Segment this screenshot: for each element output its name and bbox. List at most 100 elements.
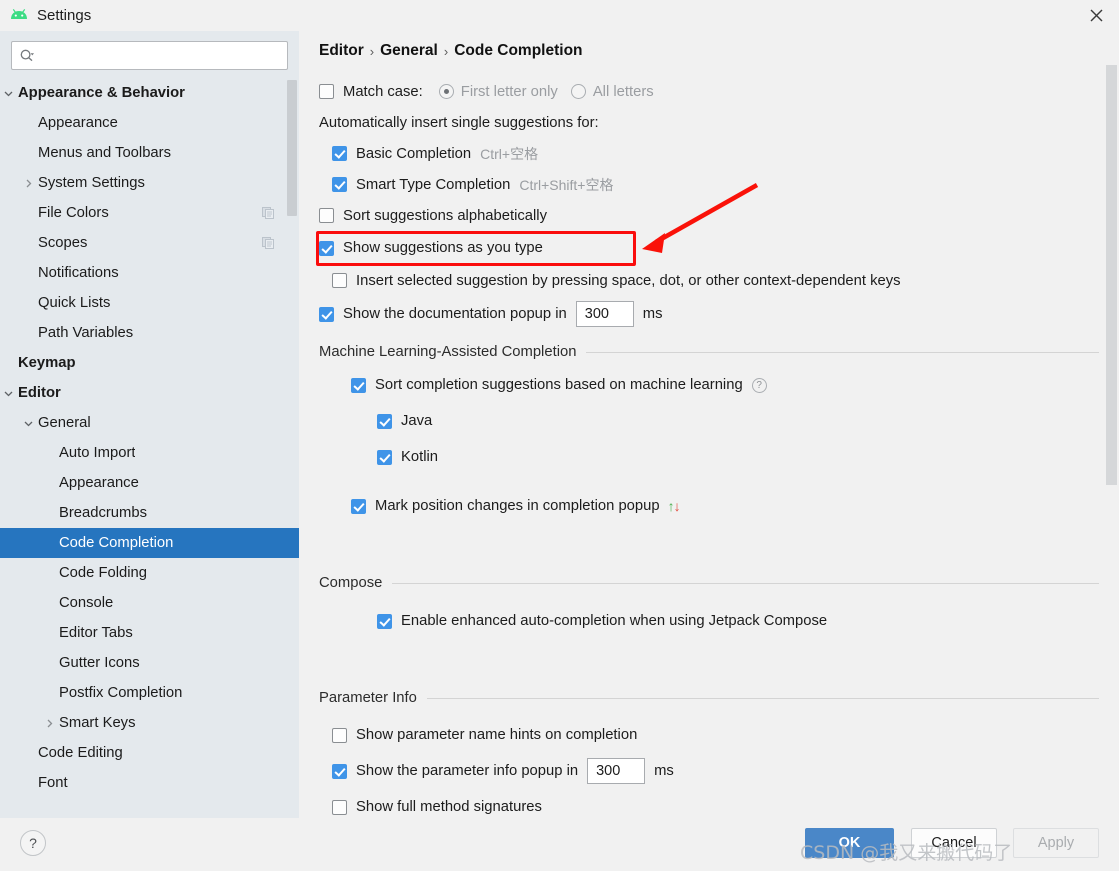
show-suggestions-as-you-type-row: Show suggestions as you type — [299, 231, 1119, 265]
show-suggestions-as-you-type-label: Show suggestions as you type — [343, 240, 543, 256]
sidebar-item-label: Console — [59, 595, 114, 611]
show-suggestions-as-you-type-checkbox[interactable] — [319, 240, 334, 256]
breadcrumb-general[interactable]: General — [380, 42, 438, 60]
insert-selected-suggestion-row: Insert selected suggestion by pressing s… — [299, 265, 1119, 296]
settings-sidebar: Appearance & Behavior Appearance Menus and… — [0, 31, 299, 818]
cancel-button[interactable]: Cancel — [911, 828, 997, 858]
breadcrumb-code-completion: Code Completion — [454, 42, 583, 59]
help-button[interactable]: ? — [20, 830, 46, 856]
parameter-info-popup-unit: ms — [654, 763, 674, 779]
sidebar-item-editor[interactable]: Editor — [0, 378, 299, 408]
sidebar-item-breadcrumbs[interactable]: Breadcrumbs — [0, 498, 299, 528]
sidebar-item-general[interactable]: General — [0, 408, 299, 438]
sidebar-item-system-settings[interactable]: System Settings — [0, 168, 299, 198]
java-row: Java — [299, 403, 1119, 439]
sidebar-item-editor-tabs[interactable]: Editor Tabs — [0, 618, 299, 648]
parameter-name-hints-checkbox[interactable] — [332, 727, 347, 743]
ok-button[interactable]: OK — [805, 828, 894, 858]
sidebar-item-code-completion[interactable]: Code Completion — [0, 528, 299, 558]
copy-icon[interactable] — [261, 206, 275, 220]
all-letters-radio[interactable] — [570, 84, 586, 99]
match-case-row: Match case: First letter only All letter… — [299, 76, 1119, 107]
sidebar-item-console[interactable]: Console — [0, 588, 299, 618]
search-box[interactable] — [11, 41, 288, 70]
chevron-down-icon[interactable] — [20, 415, 36, 431]
sidebar-item-scopes[interactable]: Scopes — [0, 228, 299, 258]
sidebar-item-smart-keys[interactable]: Smart Keys — [0, 708, 299, 738]
position-change-arrows-icon: ↑↓ — [667, 498, 681, 514]
full-method-signatures-checkbox[interactable] — [332, 799, 347, 815]
parameter-info-popup-checkbox[interactable] — [332, 763, 347, 779]
match-case-checkbox[interactable] — [319, 84, 334, 99]
kotlin-label: Kotlin — [401, 449, 439, 465]
sidebar-item-font[interactable]: Font — [0, 768, 299, 798]
sidebar-item-auto-import[interactable]: Auto Import — [0, 438, 299, 468]
full-method-signatures-row: Show full method signatures — [299, 789, 1119, 818]
first-letter-only-radio[interactable] — [438, 84, 454, 99]
sidebar-item-appearance[interactable]: Appearance — [0, 468, 299, 498]
enable-compose-checkbox[interactable] — [377, 613, 392, 629]
search-input[interactable] — [35, 46, 280, 65]
sidebar-item-label: Breadcrumbs — [59, 505, 147, 521]
sidebar-item-appearance[interactable]: Appearance — [0, 108, 299, 138]
full-method-signatures-label: Show full method signatures — [356, 799, 542, 815]
search-container — [0, 31, 299, 70]
sort-ml-row: Sort completion suggestions based on mac… — [299, 367, 1119, 403]
parameter-info-popup-delay-input[interactable]: 300 — [587, 758, 646, 784]
sort-alphabetically-checkbox[interactable] — [319, 208, 334, 223]
mark-position-label: Mark position changes in completion popu… — [375, 498, 660, 514]
sidebar-item-label: Editor — [18, 385, 61, 401]
sidebar-scrollbar-thumb[interactable] — [287, 80, 297, 216]
all-letters-label: All letters — [592, 83, 654, 100]
java-checkbox[interactable] — [377, 413, 392, 429]
smart-type-completion-checkbox[interactable] — [332, 177, 347, 192]
main-scrollbar-thumb[interactable] — [1106, 65, 1117, 485]
documentation-popup-delay-input[interactable]: 300 — [575, 301, 634, 327]
ml-section-title: Machine Learning-Assisted Completion — [319, 344, 577, 360]
enable-compose-label: Enable enhanced auto-completion when usi… — [401, 613, 828, 629]
mark-position-checkbox[interactable] — [351, 498, 366, 514]
sidebar-item-menus-and-toolbars[interactable]: Menus and Toolbars — [0, 138, 299, 168]
sidebar-item-label: Appearance — [38, 115, 118, 131]
parameter-info-section-divider — [426, 697, 1099, 699]
chevron-down-icon[interactable] — [0, 85, 16, 101]
chevron-right-icon[interactable] — [20, 175, 36, 191]
documentation-popup-row: Show the documentation popup in 300 ms — [299, 296, 1119, 332]
breadcrumb-editor[interactable]: Editor — [319, 42, 364, 60]
sidebar-item-code-folding[interactable]: Code Folding — [0, 558, 299, 588]
java-label: Java — [401, 413, 433, 429]
documentation-popup-checkbox[interactable] — [319, 306, 334, 322]
chevron-right-icon[interactable] — [41, 715, 57, 731]
basic-completion-checkbox[interactable] — [332, 146, 347, 161]
help-circle-icon[interactable]: ? — [751, 377, 767, 393]
sidebar-item-keymap[interactable]: Keymap — [0, 348, 299, 378]
sidebar-item-label: File Colors — [38, 205, 109, 221]
compose-section-divider — [392, 582, 1099, 584]
compose-section-header: Compose — [299, 568, 1119, 598]
sidebar-item-label: Auto Import — [59, 445, 136, 461]
copy-icon[interactable] — [261, 236, 275, 250]
insert-selected-suggestion-checkbox[interactable] — [332, 273, 347, 288]
parameter-name-hints-label: Show parameter name hints on completion — [356, 727, 638, 743]
chevron-down-icon[interactable] — [0, 385, 16, 401]
sidebar-item-code-editing[interactable]: Code Editing — [0, 738, 299, 768]
sidebar-item-quick-lists[interactable]: Quick Lists — [0, 288, 299, 318]
sidebar-item-appearance-behavior[interactable]: Appearance & Behavior — [0, 78, 299, 108]
close-icon[interactable] — [1073, 0, 1119, 31]
sidebar-item-path-variables[interactable]: Path Variables — [0, 318, 299, 348]
sidebar-item-notifications[interactable]: Notifications — [0, 258, 299, 288]
sidebar-item-file-colors[interactable]: File Colors — [0, 198, 299, 228]
sidebar-item-gutter-icons[interactable]: Gutter Icons — [0, 648, 299, 678]
documentation-popup-unit: ms — [642, 306, 663, 322]
title-bar: Settings — [0, 0, 1119, 31]
kotlin-checkbox[interactable] — [377, 449, 392, 465]
settings-content: Match case: First letter only All letter… — [299, 76, 1119, 818]
sort-ml-label: Sort completion suggestions based on mac… — [375, 377, 743, 393]
sort-ml-checkbox[interactable] — [351, 377, 366, 393]
sidebar-item-postfix-completion[interactable]: Postfix Completion — [0, 678, 299, 708]
basic-completion-row: Basic Completion Ctrl+空格 — [299, 138, 1119, 169]
